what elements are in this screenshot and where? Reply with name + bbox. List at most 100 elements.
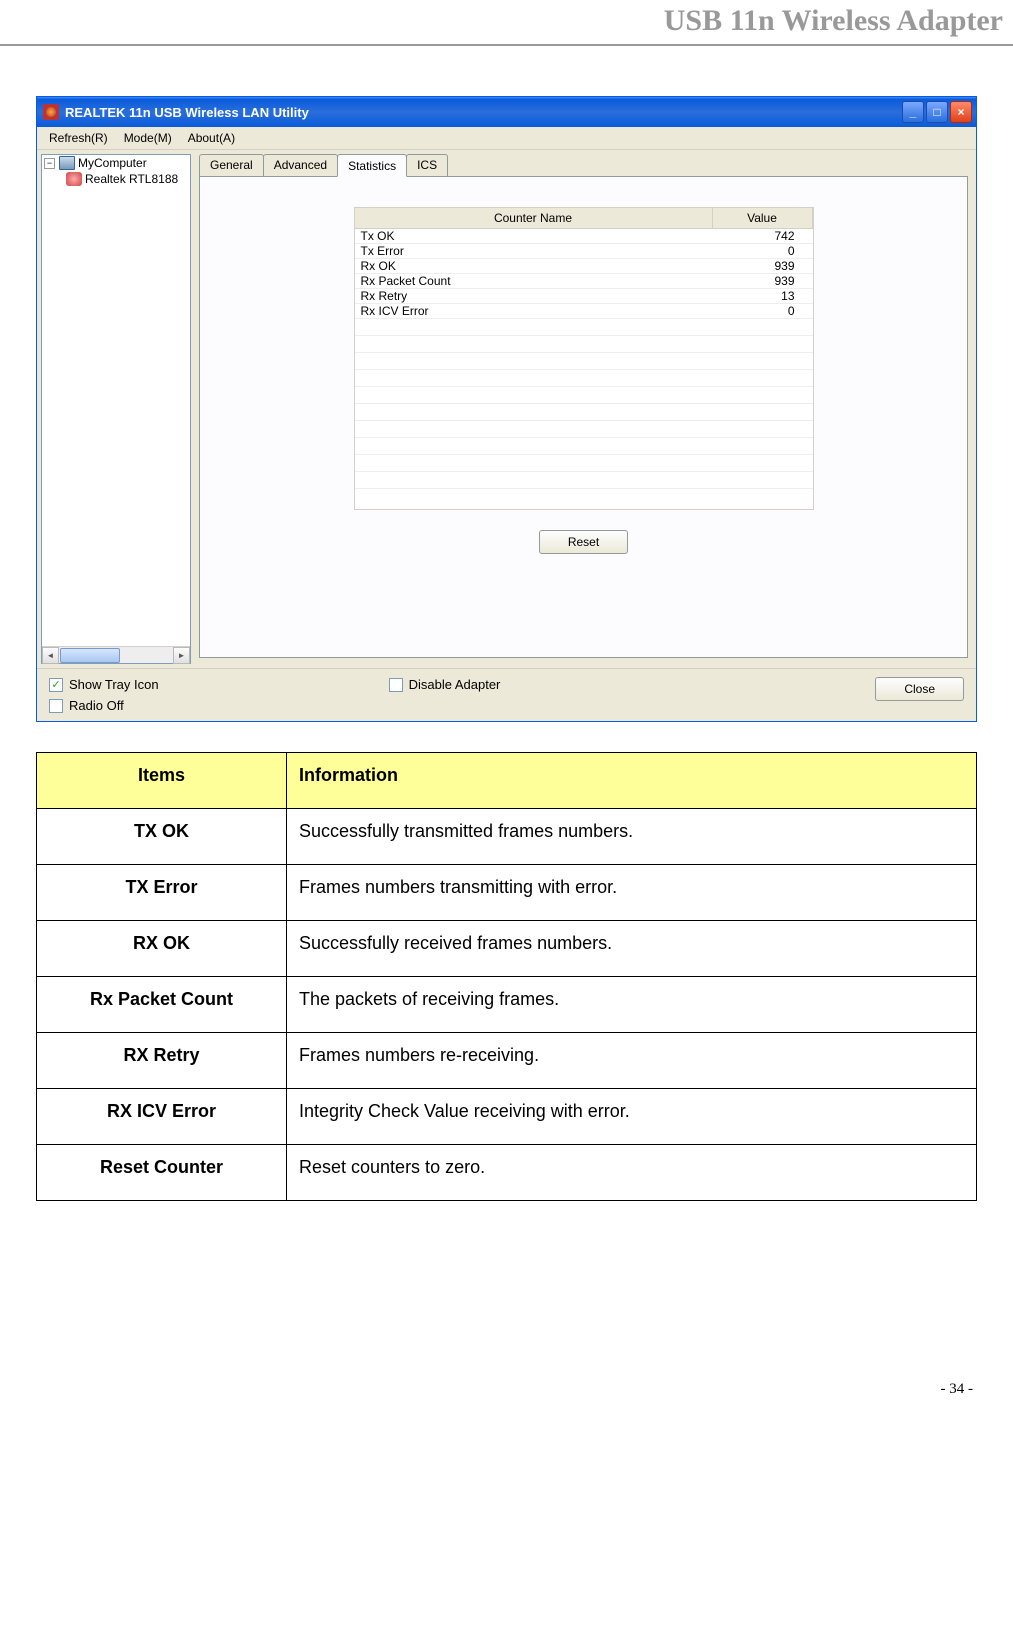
show-tray-row[interactable]: ✓ Show Tray Icon <box>49 677 159 692</box>
collapse-icon[interactable]: − <box>44 158 55 169</box>
col-counter-name[interactable]: Counter Name <box>355 208 713 228</box>
radio-off-row[interactable]: Radio Off <box>49 698 159 713</box>
tab-general[interactable]: General <box>199 154 264 176</box>
tab-advanced[interactable]: Advanced <box>263 154 338 176</box>
scroll-left-icon[interactable]: ◄ <box>42 647 59 664</box>
table-row: RX ICV ErrorIntegrity Check Value receiv… <box>37 1089 977 1145</box>
tab-statistics[interactable]: Statistics <box>337 154 407 177</box>
counter-value: 13 <box>713 289 813 303</box>
counter-value: 939 <box>713 274 813 288</box>
stats-header: Counter Name Value <box>355 208 813 229</box>
blank-row <box>355 404 813 421</box>
table-row[interactable]: Rx Packet Count939 <box>355 274 813 289</box>
check-col-left: ✓ Show Tray Icon Radio Off <box>49 677 159 713</box>
maximize-button[interactable]: □ <box>926 101 948 123</box>
table-row[interactable]: Tx OK742 <box>355 229 813 244</box>
counter-value: 742 <box>713 229 813 243</box>
item-info: Integrity Check Value receiving with err… <box>287 1089 977 1145</box>
menu-about[interactable]: About(A) <box>180 129 243 147</box>
table-row: RX RetryFrames numbers re-receiving. <box>37 1033 977 1089</box>
table-row: TX ErrorFrames numbers transmitting with… <box>37 865 977 921</box>
main-panel: General Advanced Statistics ICS Counter … <box>195 150 976 668</box>
window-title: REALTEK 11n USB Wireless LAN Utility <box>65 105 902 120</box>
close-icon: × <box>957 105 964 119</box>
reset-button[interactable]: Reset <box>539 530 628 554</box>
close-app-button[interactable]: Close <box>875 677 964 701</box>
show-tray-label: Show Tray Icon <box>69 677 159 692</box>
blank-row <box>355 472 813 489</box>
adapter-icon <box>66 172 82 186</box>
table-row: RX OKSuccessfully received frames number… <box>37 921 977 977</box>
item-info: Frames numbers re-receiving. <box>287 1033 977 1089</box>
app-icon <box>43 104 59 120</box>
bottom-bar: ✓ Show Tray Icon Radio Off Disable Adapt… <box>37 668 976 721</box>
content-area: − MyComputer Realtek RTL8188 ◄ ► Gener <box>37 150 976 668</box>
page-title: USB 11n Wireless Adapter <box>10 4 1003 38</box>
check-col-mid: Disable Adapter <box>389 677 501 692</box>
tree-item-mycomputer[interactable]: − MyComputer <box>42 155 190 171</box>
app-window: REALTEK 11n USB Wireless LAN Utility _ □… <box>36 96 977 722</box>
tabs: General Advanced Statistics ICS <box>199 154 968 176</box>
minimize-icon: _ <box>910 105 917 119</box>
scroll-right-icon[interactable]: ► <box>173 647 190 664</box>
item-name: Rx Packet Count <box>37 977 287 1033</box>
counter-name: Rx Packet Count <box>355 274 713 288</box>
menu-mode[interactable]: Mode(M) <box>116 129 180 147</box>
item-info: Reset counters to zero. <box>287 1145 977 1201</box>
menubar: Refresh(R) Mode(M) About(A) <box>37 127 976 150</box>
tree-item-realtek[interactable]: Realtek RTL8188 <box>42 171 190 187</box>
computer-icon <box>59 156 75 170</box>
item-name: Reset Counter <box>37 1145 287 1201</box>
item-info: The packets of receiving frames. <box>287 977 977 1033</box>
tree-panel: − MyComputer Realtek RTL8188 ◄ ► <box>41 154 191 664</box>
blank-row <box>355 421 813 438</box>
table-row[interactable]: Rx ICV Error0 <box>355 304 813 319</box>
stats-body: Tx OK742 Tx Error0 Rx OK939 Rx Packet Co… <box>355 229 813 509</box>
counter-value: 939 <box>713 259 813 273</box>
reset-button-wrap: Reset <box>230 530 937 554</box>
counter-name: Tx OK <box>355 229 713 243</box>
item-name: TX Error <box>37 865 287 921</box>
table-row[interactable]: Rx Retry13 <box>355 289 813 304</box>
col-value[interactable]: Value <box>713 208 813 228</box>
close-button[interactable]: × <box>950 101 972 123</box>
info-table: Items Information TX OKSuccessfully tran… <box>36 752 977 1201</box>
checkbox-show-tray[interactable]: ✓ <box>49 678 63 692</box>
minimize-button[interactable]: _ <box>902 101 924 123</box>
header-information: Information <box>287 753 977 809</box>
counter-name: Rx Retry <box>355 289 713 303</box>
tab-content: Counter Name Value Tx OK742 Tx Error0 Rx… <box>199 176 968 658</box>
blank-row <box>355 370 813 387</box>
tree-scrollbar[interactable]: ◄ ► <box>42 646 190 663</box>
counter-value: 0 <box>713 244 813 258</box>
header-items: Items <box>37 753 287 809</box>
screenshot-area: REALTEK 11n USB Wireless LAN Utility _ □… <box>0 46 1013 752</box>
table-row: Reset CounterReset counters to zero. <box>37 1145 977 1201</box>
titlebar[interactable]: REALTEK 11n USB Wireless LAN Utility _ □… <box>37 97 976 127</box>
scroll-thumb[interactable] <box>60 648 120 663</box>
counter-name: Rx ICV Error <box>355 304 713 318</box>
counter-value: 0 <box>713 304 813 318</box>
checkbox-radio-off[interactable] <box>49 699 63 713</box>
blank-row <box>355 387 813 404</box>
checkbox-disable-adapter[interactable] <box>389 678 403 692</box>
table-row: TX OKSuccessfully transmitted frames num… <box>37 809 977 865</box>
tab-ics[interactable]: ICS <box>406 154 448 176</box>
page-number: - 34 - <box>0 1201 1013 1418</box>
item-name: RX Retry <box>37 1033 287 1089</box>
blank-row <box>355 336 813 353</box>
counter-name: Rx OK <box>355 259 713 273</box>
disable-adapter-row[interactable]: Disable Adapter <box>389 677 501 692</box>
item-name: RX ICV Error <box>37 1089 287 1145</box>
item-info: Successfully transmitted frames numbers. <box>287 809 977 865</box>
item-name: RX OK <box>37 921 287 977</box>
item-info: Frames numbers transmitting with error. <box>287 865 977 921</box>
table-row[interactable]: Tx Error0 <box>355 244 813 259</box>
item-name: TX OK <box>37 809 287 865</box>
page-header: USB 11n Wireless Adapter <box>0 0 1013 46</box>
menu-refresh[interactable]: Refresh(R) <box>41 129 116 147</box>
info-table-wrap: Items Information TX OKSuccessfully tran… <box>0 752 1013 1201</box>
table-row[interactable]: Rx OK939 <box>355 259 813 274</box>
table-row: Rx Packet CountThe packets of receiving … <box>37 977 977 1033</box>
tree-label: Realtek RTL8188 <box>85 172 178 186</box>
